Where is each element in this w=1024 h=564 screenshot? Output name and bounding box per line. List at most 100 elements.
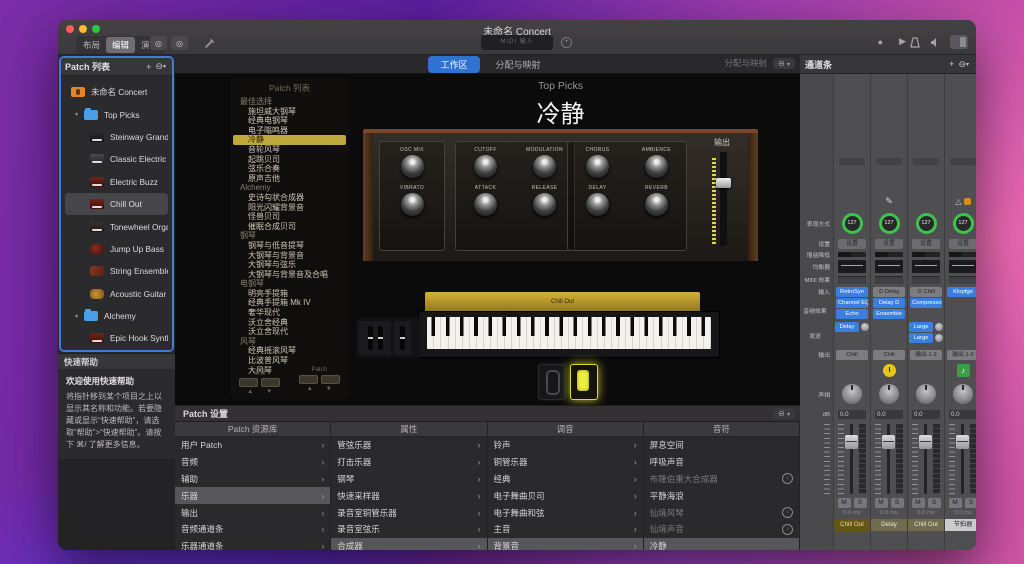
chorus-knob[interactable] <box>586 155 609 178</box>
download-icon[interactable]: ↓ <box>782 507 793 518</box>
browser-row[interactable]: 经典 › <box>488 471 643 488</box>
fader-cap[interactable] <box>882 435 895 449</box>
mode-edit[interactable]: 编辑 <box>106 37 135 53</box>
patch-list-item[interactable]: Steinway Grand Pi... <box>65 126 168 148</box>
eq-thumbnail[interactable] <box>875 260 903 273</box>
midi-fx-slot[interactable] <box>875 276 903 284</box>
patch-list-item[interactable]: Jump Up Bass <box>65 238 168 260</box>
patch-list-item[interactable]: Classic Electric Pi... <box>65 148 168 170</box>
mute-button[interactable]: M <box>912 498 925 508</box>
browser-row[interactable]: 快速采样器 › <box>331 487 486 504</box>
keyboard-patch-bar[interactable]: Chill Out <box>425 292 700 312</box>
level-knob[interactable]: 127 <box>842 213 863 234</box>
mod-wheel[interactable] <box>378 326 383 350</box>
solo-button[interactable]: S <box>965 498 977 508</box>
pan-knob[interactable] <box>879 384 899 404</box>
browser-row[interactable]: 钢琴 › <box>331 471 486 488</box>
audio-fx-button[interactable]: Channel EQ <box>836 298 868 308</box>
audio-fx-button[interactable]: Delay D <box>873 298 905 308</box>
wrench-icon[interactable] <box>204 36 221 50</box>
record-icon[interactable]: ● <box>876 35 885 48</box>
audio-fx-button[interactable]: Echo <box>836 309 868 319</box>
browser-row[interactable]: 屏息空间 <box>644 437 799 454</box>
action-caret-icon[interactable]: ▾ <box>161 63 168 70</box>
output-fader-cap[interactable] <box>716 178 731 188</box>
output-slot-button[interactable]: 输出 1-2 <box>947 350 976 360</box>
chevron-down-icon[interactable]: ▾ <box>75 111 81 118</box>
play-icon[interactable]: ▶ <box>897 35 908 48</box>
download-icon[interactable]: ↓ <box>782 473 793 484</box>
workspace-patch-row[interactable]: 钢琴 <box>233 231 346 241</box>
reverb-knob[interactable] <box>645 193 668 216</box>
send-knob[interactable] <box>935 323 943 331</box>
workspace-patch-row[interactable]: 奢华现代 <box>233 308 346 318</box>
level-knob[interactable]: 127 <box>916 213 937 234</box>
output-slot-button[interactable]: 输出 1-2 <box>910 350 942 360</box>
output-slot-button[interactable]: Chill <box>873 350 905 360</box>
send-button[interactable]: Delay <box>835 322 859 332</box>
workspace-patch-row[interactable]: Alchemy <box>233 183 346 193</box>
workspace-patch-row[interactable]: 经典手提箱 Mk IV <box>233 298 346 308</box>
midi-fx-slot[interactable] <box>838 276 866 284</box>
attack-knob[interactable] <box>474 193 497 216</box>
midi-keyboard[interactable] <box>418 311 720 358</box>
volume-value[interactable]: 0.0 <box>912 410 940 419</box>
patch-list-item[interactable]: Acoustic Guitar <box>65 283 168 305</box>
add-patch-icon[interactable]: + <box>144 62 153 72</box>
workspace-patch-row[interactable]: 催眠合成贝司 <box>233 222 346 232</box>
workspace-patch-row[interactable]: 施坦威大钢琴 <box>233 107 346 117</box>
fader-cap[interactable] <box>956 435 969 449</box>
workspace-patch-row[interactable]: 弦乐合奏 <box>233 164 346 174</box>
pitch-wheel[interactable] <box>368 326 373 350</box>
browser-row[interactable]: 电子舞曲和弦 › <box>488 504 643 521</box>
fader-cap[interactable] <box>845 435 858 449</box>
patch-next-button[interactable] <box>321 375 340 384</box>
workspace-patch-row[interactable]: 阳光闪耀背景音 <box>233 203 346 213</box>
vibrato-knob[interactable] <box>401 193 424 216</box>
channel-name[interactable]: Delay <box>871 519 907 531</box>
eq-thumbnail[interactable] <box>949 260 976 273</box>
volume-value[interactable]: 0.0 <box>838 410 866 419</box>
patch-list-item[interactable]: Electric Buzz <box>65 171 168 193</box>
channel-action-caret-icon[interactable]: ▾ <box>964 61 971 68</box>
browser-row[interactable]: 录音室铜管乐器 › <box>331 504 486 521</box>
assignments-link[interactable]: 分配与映射 <box>725 57 768 69</box>
browser-row[interactable]: 输出 › <box>175 504 330 521</box>
release-knob[interactable] <box>533 193 556 216</box>
workspace-patch-row[interactable]: 大钢琴与弦乐 <box>233 260 346 270</box>
send-knob[interactable] <box>935 334 943 342</box>
workspace-patch-row[interactable]: 电子嗡鸣器 <box>233 126 346 136</box>
channel-name[interactable]: Chill Out <box>908 519 944 531</box>
workspace-patch-row[interactable]: 冷静 <box>233 135 346 145</box>
input-slot-button[interactable]: ⊙ Chill <box>910 287 942 297</box>
patch-settings-action-menu-icon[interactable]: ⊖ ▾ <box>773 408 795 419</box>
mute-button[interactable]: M <box>875 498 888 508</box>
workspace-action-menu-icon[interactable]: ⊖ ▾ <box>773 58 795 69</box>
expression-pedal[interactable] <box>538 364 566 400</box>
volume-fader[interactable] <box>956 424 969 494</box>
browser-row[interactable]: 呼吸声音 <box>644 454 799 471</box>
mute-button[interactable]: M <box>949 498 962 508</box>
workspace-patch-row[interactable]: 沃立舍现代 <box>233 327 346 337</box>
workspace-patch-row[interactable]: 明亮手提箱 <box>233 289 346 299</box>
workspace-patch-row[interactable]: 原声吉他 <box>233 174 346 184</box>
send-button[interactable]: Large <box>909 333 933 343</box>
browser-row[interactable]: 电子舞曲贝司 › <box>488 487 643 504</box>
patch-list-item[interactable]: ▾ Alchemy <box>65 305 168 327</box>
setting-button[interactable]: 设置 <box>912 239 940 249</box>
add-channel-icon[interactable]: + <box>947 59 956 69</box>
metronome-icon[interactable] <box>910 37 920 48</box>
aux-wheel[interactable] <box>400 326 405 350</box>
browser-row[interactable]: 打击乐器 › <box>331 454 486 471</box>
midi-fx-slot[interactable] <box>912 276 940 284</box>
workspace-patch-row[interactable]: 大钢琴与背景音 <box>233 251 346 261</box>
setting-button[interactable]: 设置 <box>838 239 866 249</box>
pan-knob[interactable] <box>842 384 862 404</box>
volume-fader[interactable] <box>845 424 858 494</box>
volume-value[interactable]: 0.0 <box>949 410 976 419</box>
modulation-knob[interactable] <box>533 155 556 178</box>
browser-row[interactable]: 仙境声音 ↓ <box>644 521 799 538</box>
view-toggle-1-icon[interactable]: ◎ <box>150 36 167 50</box>
patch-list-item[interactable]: ▾ Top Picks <box>65 103 168 125</box>
osc-mix-knob[interactable] <box>401 155 424 178</box>
